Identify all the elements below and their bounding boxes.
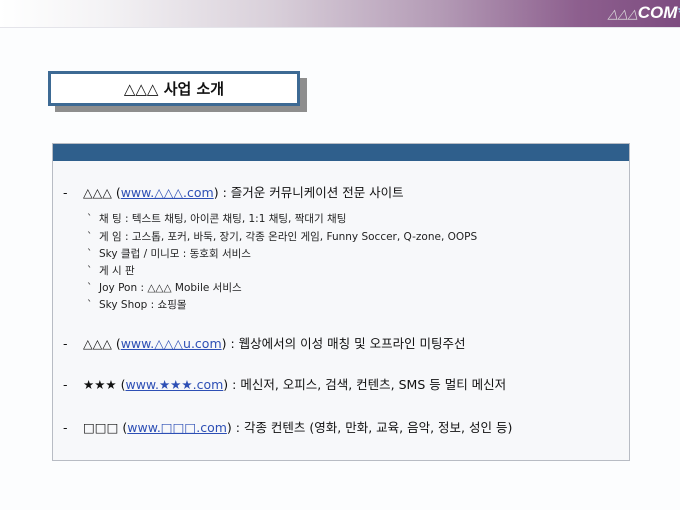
sub-item: ` 게 시 판 xyxy=(87,263,135,278)
sub-item-text: 채 팅 : 텍스트 채팅, 아이콘 채팅, 1:1 채팅, 짝대기 채팅 xyxy=(99,213,347,225)
item-desc: ) : 각종 컨텐츠 (영화, 만화, 교육, 음악, 정보, 성인 등) xyxy=(226,420,513,435)
page-title-text: △△△ 사업 소개 xyxy=(123,80,225,98)
sub-item: ` Sky Shop : 쇼핑몰 xyxy=(87,297,187,312)
bullet: - xyxy=(63,420,68,435)
sub-item-text: Sky 클럽 / 미니모 : 동호회 서비스 xyxy=(99,248,251,260)
item-name: ★★★ xyxy=(83,377,117,392)
item-link[interactable]: www.□□□.com xyxy=(127,420,227,435)
list-item: - △△△ (www.△△△u.com) : 웹상에서의 이성 매칭 및 오프라인… xyxy=(63,336,466,351)
page-title: △△△ 사업 소개 xyxy=(48,71,300,106)
sub-item: ` Sky 클럽 / 미니모 : 동호회 서비스 xyxy=(87,246,251,261)
brand-text: COM xyxy=(637,3,678,22)
brand-logo: △△△COM* xyxy=(608,3,680,23)
bullet: - xyxy=(63,185,68,200)
list-item: - ★★★ (www.★★★.com) : 메신저, 오피스, 검색, 컨텐츠, … xyxy=(63,377,507,392)
sub-marker: ` xyxy=(87,299,93,311)
sub-item-text: Sky Shop : 쇼핑몰 xyxy=(99,299,187,311)
sub-item: ` 채 팅 : 텍스트 채팅, 아이콘 채팅, 1:1 채팅, 짝대기 채팅 xyxy=(87,211,346,226)
sub-item-text: 게 시 판 xyxy=(99,265,135,277)
item-desc: ) : 웹상에서의 이성 매칭 및 오프라인 미팅주선 xyxy=(221,336,466,351)
sub-item: ` 게 임 : 고스톱, 포커, 바둑, 장기, 각종 온라인 게임, Funny… xyxy=(87,229,477,244)
sub-marker: ` xyxy=(87,282,93,294)
item-desc: ) : 메신저, 오피스, 검색, 컨텐츠, SMS 등 멀티 메신저 xyxy=(223,377,507,392)
list-item: - △△△ (www.△△△.com) : 즐거운 커뮤니케이션 전문 사이트 xyxy=(63,185,404,200)
content-panel: - △△△ (www.△△△.com) : 즐거운 커뮤니케이션 전문 사이트 `… xyxy=(52,143,630,461)
sub-item: ` Joy Pon : △△△ Mobile 서비스 xyxy=(87,280,242,295)
item-name: □□□ xyxy=(83,420,119,435)
panel-header-bar xyxy=(53,144,629,161)
item-link[interactable]: www.△△△u.com xyxy=(121,336,222,351)
item-link[interactable]: www.△△△.com xyxy=(121,185,214,200)
sub-marker: ` xyxy=(87,248,93,260)
sub-marker: ` xyxy=(87,231,93,243)
item-name: △△△ xyxy=(83,336,112,351)
sub-item-text: Joy Pon : △△△ Mobile 서비스 xyxy=(99,282,242,294)
sub-item-text: 게 임 : 고스톱, 포커, 바둑, 장기, 각종 온라인 게임, Funny … xyxy=(99,231,478,243)
item-name: △△△ xyxy=(83,185,112,200)
item-link[interactable]: www.★★★.com xyxy=(125,377,223,392)
sub-marker: ` xyxy=(87,265,93,277)
bullet: - xyxy=(63,336,68,351)
sub-marker: ` xyxy=(87,213,93,225)
item-desc: ) : 즐거운 커뮤니케이션 전문 사이트 xyxy=(213,185,404,200)
brand-symbols: △△△ xyxy=(607,6,638,21)
bullet: - xyxy=(63,377,68,392)
header-bar: △△△COM* xyxy=(0,0,680,28)
list-item: - □□□ (www.□□□.com) : 각종 컨텐츠 (영화, 만화, 교육,… xyxy=(63,420,513,435)
